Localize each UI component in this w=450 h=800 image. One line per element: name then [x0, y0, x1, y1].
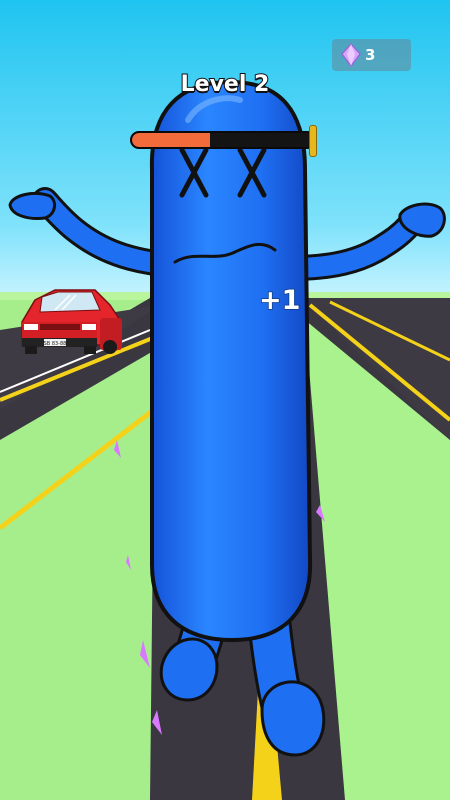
gem-count: 3	[365, 46, 376, 64]
level-progress-bar	[130, 131, 316, 149]
diamond-gem-icon	[341, 43, 361, 67]
gem-counter: 3	[332, 39, 411, 71]
level-progress-fill	[132, 133, 211, 147]
progress-end-marker	[309, 125, 317, 157]
license-plate: SB 83-88	[44, 341, 67, 347]
game-scene: SB 83-88	[0, 0, 450, 800]
level-title: Level 2	[180, 71, 271, 98]
score-popup: +1	[258, 284, 301, 317]
